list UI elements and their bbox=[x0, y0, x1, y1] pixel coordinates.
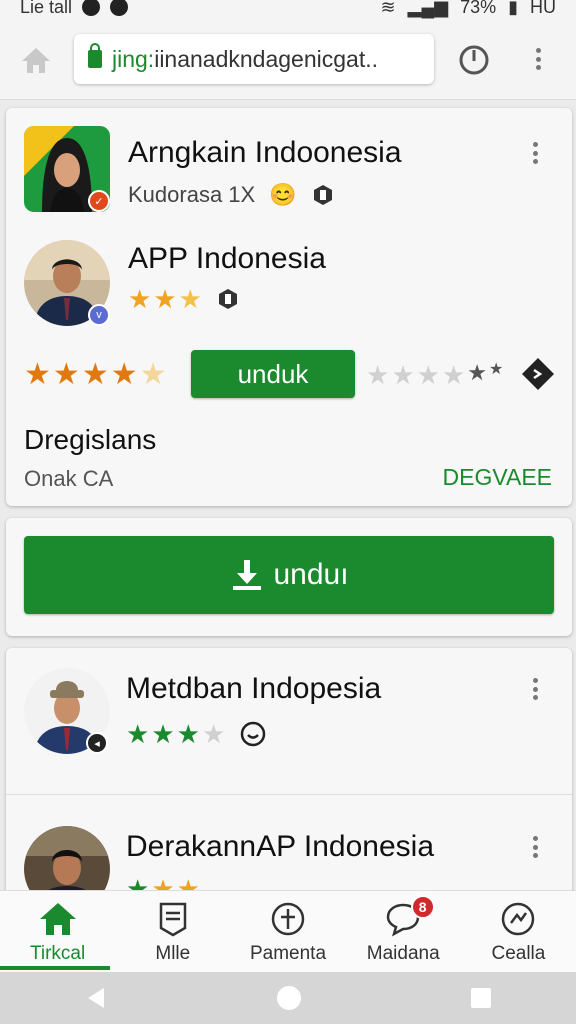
status-bar: Lie tall ≋ ▂▄▆ 73% ▮ HU bbox=[0, 0, 576, 20]
rating-stars: ★ ★ ★ ★ bbox=[126, 721, 225, 747]
app-menu-icon[interactable] bbox=[525, 674, 545, 704]
status-right-text: HU bbox=[530, 0, 556, 17]
shield-icon bbox=[218, 289, 237, 309]
star-icon: ★ bbox=[126, 874, 150, 890]
battery-icon: ▮ bbox=[508, 0, 518, 17]
shield-icon bbox=[313, 185, 332, 205]
overflow-menu-icon[interactable] bbox=[528, 44, 548, 74]
app-title[interactable]: DerakannAP Indonesia bbox=[126, 830, 434, 864]
star-icon: ★ bbox=[366, 360, 390, 390]
download-card: unduı bbox=[6, 518, 572, 636]
rating-stars-left: ★ ★ ★ ★ ★ bbox=[24, 360, 167, 390]
url-field[interactable]: jing:iinanadkndagenicgat.. bbox=[74, 34, 434, 84]
nav-label: Maidana bbox=[366, 943, 440, 964]
smiley-icon bbox=[241, 721, 266, 747]
star-icon: ★ bbox=[110, 358, 138, 391]
nav-item-maidana[interactable]: 8 Maidana bbox=[346, 891, 461, 972]
wifi-icon: ≋ bbox=[380, 0, 396, 17]
check-icon bbox=[110, 0, 129, 16]
lock-icon bbox=[88, 43, 102, 68]
star-half-icon: ★ bbox=[139, 358, 167, 391]
app-title[interactable]: Arngkain Indoonesia bbox=[128, 136, 402, 170]
active-indicator bbox=[0, 966, 110, 970]
star-icon: ★ bbox=[391, 360, 415, 390]
star-icon: ★ bbox=[151, 719, 175, 749]
document-icon bbox=[159, 902, 187, 937]
star-icon: ★ bbox=[153, 284, 177, 314]
star-icon: ★ bbox=[24, 358, 51, 391]
nav-label: Mlle bbox=[155, 943, 191, 964]
payment-icon bbox=[271, 902, 305, 936]
star-icon: ★ bbox=[176, 874, 200, 890]
signal-icon: ▂▄▆ bbox=[407, 0, 449, 17]
app-rating-row: ★ ★ ★ bbox=[128, 286, 240, 312]
star-icon: ★ bbox=[128, 284, 152, 314]
main-download-button[interactable]: unduı bbox=[24, 536, 554, 614]
app-card: ✓ Arngkain Indoonesia Kudorasa 1X 😊 v AP… bbox=[6, 108, 572, 506]
section-title: Dregislans bbox=[24, 424, 157, 455]
app-menu-icon[interactable] bbox=[525, 138, 545, 168]
notification-icon bbox=[82, 0, 101, 16]
app-rating-row: ★ ★ ★ ★ bbox=[126, 720, 267, 748]
battery-text: 73% bbox=[460, 0, 497, 17]
rating-stars-right: ★ ★ ★ ★ ★ ★ bbox=[366, 360, 504, 390]
star-icon: ★ bbox=[151, 874, 175, 890]
app-list-card: ◂ Metdban Indopesia ★ ★ ★ ★ DerakannAP Indo… bbox=[6, 648, 572, 890]
nav-item-home[interactable]: Tirkcal bbox=[0, 891, 115, 972]
nav-label: Pamenta bbox=[249, 943, 327, 964]
star-icon: ★ bbox=[416, 360, 440, 390]
notification-badge: 8 bbox=[410, 895, 435, 919]
verified-badge-icon: ✓ bbox=[88, 190, 110, 212]
app-subtitle-row: Kudorasa 1X 😊 bbox=[128, 182, 335, 208]
support-icon bbox=[502, 902, 535, 936]
nav-label: Tirkcal bbox=[29, 943, 86, 964]
carrier-text: Lie tall bbox=[20, 0, 73, 17]
app-avatar[interactable] bbox=[24, 826, 110, 890]
rating-stars: ★ ★ ★ bbox=[128, 286, 202, 312]
star-icon: ★ bbox=[126, 719, 150, 749]
power-icon[interactable] bbox=[456, 42, 492, 78]
user-badge-icon: ◂ bbox=[86, 732, 108, 754]
bottom-navigation: Tirkcal Mlle Pamenta 8 Maidana Cealla bbox=[0, 890, 576, 972]
app-menu-icon[interactable] bbox=[525, 832, 545, 862]
user-badge-icon: v bbox=[88, 304, 110, 326]
star-icon: ★ bbox=[176, 719, 200, 749]
nav-item-cealla[interactable]: Cealla bbox=[461, 891, 576, 972]
smiley-icon: 😊 bbox=[269, 182, 297, 207]
share-icon[interactable] bbox=[520, 356, 556, 392]
nav-label: Cealla bbox=[491, 943, 546, 964]
star-icon: ★ bbox=[441, 360, 466, 390]
content-area: ✓ Arngkain Indoonesia Kudorasa 1X 😊 v AP… bbox=[0, 100, 576, 890]
nav-item-pamenta[interactable]: Pamenta bbox=[230, 891, 345, 972]
star-icon: ★ bbox=[488, 361, 504, 378]
app-title[interactable]: Metdban Indopesia bbox=[126, 672, 381, 706]
home-circle-icon[interactable] bbox=[274, 983, 304, 1013]
section-link[interactable]: DEGVAEE bbox=[443, 464, 553, 491]
star-icon: ★ bbox=[467, 360, 487, 385]
section-subtitle: Onak CA bbox=[24, 466, 114, 491]
url-text: jing:iinanadkndagenicgat.. bbox=[112, 45, 378, 72]
star-icon: ★ bbox=[201, 719, 226, 749]
home-icon bbox=[39, 903, 76, 935]
rating-stars: ★ ★ ★ bbox=[126, 876, 200, 890]
nav-item-mlle[interactable]: Mlle bbox=[115, 891, 230, 972]
star-icon: ★ bbox=[81, 358, 109, 391]
divider bbox=[6, 794, 572, 795]
main-download-label: unduı bbox=[273, 558, 349, 591]
browser-toolbar: jing:iinanadkndagenicgat.. bbox=[0, 20, 576, 100]
star-icon: ★ bbox=[52, 358, 80, 391]
home-icon[interactable] bbox=[18, 42, 54, 78]
system-navigation bbox=[0, 972, 576, 1024]
app-subtitle: Kudorasa 1X bbox=[128, 182, 256, 207]
download-button[interactable]: unduk bbox=[191, 350, 355, 398]
download-icon bbox=[233, 560, 262, 590]
recents-icon[interactable] bbox=[468, 985, 494, 1011]
star-icon: ★ bbox=[178, 284, 202, 314]
back-icon[interactable] bbox=[82, 984, 110, 1012]
app-title[interactable]: APP Indonesia bbox=[128, 242, 326, 276]
